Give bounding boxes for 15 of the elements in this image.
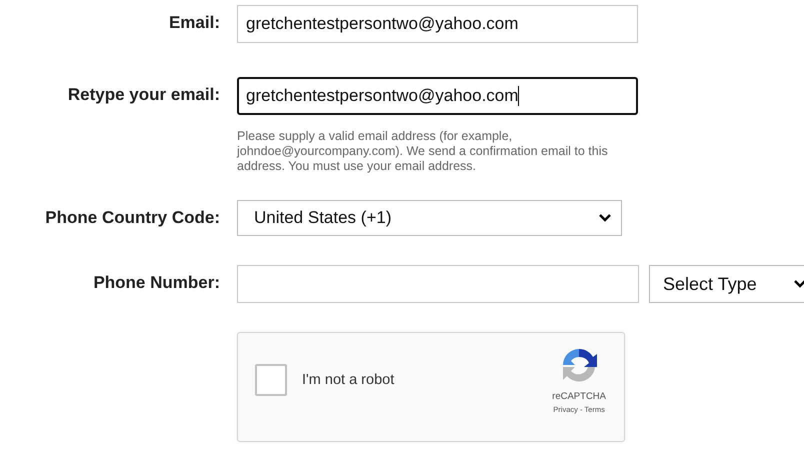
field-label: Phone Country Code:	[44, 207, 220, 228]
phone-number-field[interactable]	[237, 265, 639, 303]
email-field[interactable]: gretchentestpersontwo@yahoo.com	[237, 77, 638, 115]
chevron-down-icon	[794, 280, 804, 288]
country-code-select[interactable]: United States (+1)	[237, 200, 622, 236]
chevron-down-icon	[599, 214, 611, 222]
captcha-checkbox[interactable]	[255, 364, 287, 396]
phone-type-select[interactable]: Select Type	[649, 265, 804, 303]
recaptcha-brand: reCAPTCHA	[552, 391, 606, 402]
help-text: Please supply a valid email address (for example, johndoe@yourcompany.com). We send a confirmation email to this address. You must use your email address.	[237, 129, 609, 174]
email-field[interactable]: gretchentestpersontwo@yahoo.com	[237, 5, 638, 43]
field-label: Email:	[168, 12, 220, 33]
field-label: Phone Number:	[92, 272, 220, 293]
field-label: Retype your email:	[66, 84, 220, 105]
captcha-label: I'm not a robot	[302, 372, 394, 388]
